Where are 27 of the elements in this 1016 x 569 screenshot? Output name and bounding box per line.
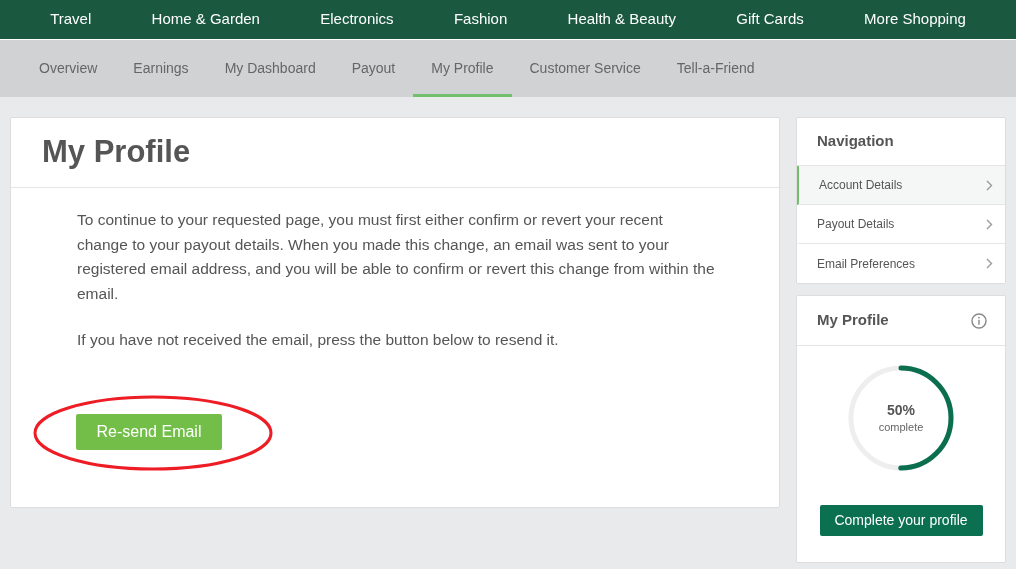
page-title: My Profile: [42, 133, 191, 172]
top-nav-link[interactable]: More Shopping: [864, 8, 966, 31]
sub-nav-tab[interactable]: Tell-a-Friend: [658, 40, 773, 97]
percent-caption: complete: [878, 419, 924, 435]
nav-item[interactable]: Account Details: [797, 166, 1005, 205]
top-nav-link[interactable]: Gift Cards: [736, 8, 804, 31]
top-nav-link[interactable]: Fashion: [453, 8, 508, 31]
chevron-right-icon: [986, 179, 993, 191]
sub-nav-tab[interactable]: My Dashboard: [206, 40, 334, 97]
sub-nav-tab[interactable]: Earnings: [115, 40, 207, 97]
message-text: To continue to your requested page, you must first either confirm or revert your recent change to your payout details. When you made this change, an email was sent to your registered email address, and you will be able to confirm or revert this change from within the email.: [77, 210, 716, 304]
top-nav-link[interactable]: Health & Beauty: [567, 8, 676, 31]
message-text: If you have not received the email, press the button below to resend it.: [77, 330, 560, 350]
percent-value: 50%: [887, 400, 915, 419]
card-title: My Profile: [817, 310, 889, 331]
top-nav-link[interactable]: Travel: [50, 8, 92, 31]
card-title: Navigation: [817, 131, 894, 152]
sub-nav-tab[interactable]: Overview: [21, 40, 116, 97]
top-nav-link[interactable]: Electronics: [320, 8, 394, 31]
sub-nav-tab[interactable]: My Profile: [413, 40, 512, 97]
info-icon[interactable]: [971, 312, 987, 329]
sub-nav-tab[interactable]: Customer Service: [511, 40, 659, 97]
top-nav-link[interactable]: Home & Garden: [151, 8, 260, 31]
chevron-right-icon: [986, 258, 993, 269]
complete-profile-button[interactable]: Complete your profile: [819, 505, 983, 536]
chevron-right-icon: [986, 218, 993, 230]
sub-nav-tab[interactable]: Payout: [333, 40, 414, 97]
